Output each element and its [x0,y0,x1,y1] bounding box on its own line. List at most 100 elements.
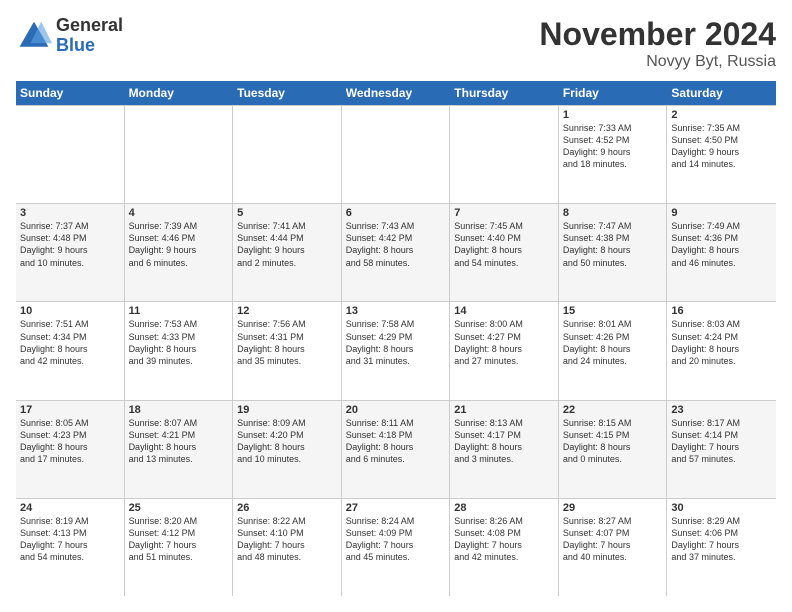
header: General Blue November 2024 Novyy Byt, Ru… [16,16,776,71]
day-info: Sunrise: 8:27 AM Sunset: 4:07 PM Dayligh… [563,515,663,564]
day-number: 6 [346,207,446,219]
day-info: Sunrise: 8:01 AM Sunset: 4:26 PM Dayligh… [563,318,663,367]
calendar-header: SundayMondayTuesdayWednesdayThursdayFrid… [16,81,776,105]
calendar-cell-r1-c6: 9Sunrise: 7:49 AM Sunset: 4:36 PM Daylig… [667,204,776,301]
day-info: Sunrise: 8:19 AM Sunset: 4:13 PM Dayligh… [20,515,120,564]
day-number: 22 [563,404,663,416]
calendar-cell-r4-c3: 27Sunrise: 8:24 AM Sunset: 4:09 PM Dayli… [342,499,451,596]
calendar-row-3: 17Sunrise: 8:05 AM Sunset: 4:23 PM Dayli… [16,400,776,498]
calendar-cell-r1-c2: 5Sunrise: 7:41 AM Sunset: 4:44 PM Daylig… [233,204,342,301]
day-info: Sunrise: 7:56 AM Sunset: 4:31 PM Dayligh… [237,318,337,367]
calendar-cell-r0-c6: 2Sunrise: 7:35 AM Sunset: 4:50 PM Daylig… [667,106,776,203]
calendar: SundayMondayTuesdayWednesdayThursdayFrid… [16,81,776,596]
calendar-cell-r2-c6: 16Sunrise: 8:03 AM Sunset: 4:24 PM Dayli… [667,302,776,399]
day-info: Sunrise: 8:15 AM Sunset: 4:15 PM Dayligh… [563,417,663,466]
day-info: Sunrise: 7:35 AM Sunset: 4:50 PM Dayligh… [671,122,772,171]
day-info: Sunrise: 8:20 AM Sunset: 4:12 PM Dayligh… [129,515,229,564]
day-number: 26 [237,502,337,514]
logo: General Blue [16,16,123,56]
calendar-cell-r0-c5: 1Sunrise: 7:33 AM Sunset: 4:52 PM Daylig… [559,106,668,203]
day-number: 30 [671,502,772,514]
calendar-cell-r1-c1: 4Sunrise: 7:39 AM Sunset: 4:46 PM Daylig… [125,204,234,301]
day-number: 29 [563,502,663,514]
calendar-cell-r3-c6: 23Sunrise: 8:17 AM Sunset: 4:14 PM Dayli… [667,401,776,498]
weekday-header-tuesday: Tuesday [233,81,342,105]
location: Novyy Byt, Russia [539,53,776,71]
day-number: 25 [129,502,229,514]
page: General Blue November 2024 Novyy Byt, Ru… [0,0,792,612]
calendar-row-0: 1Sunrise: 7:33 AM Sunset: 4:52 PM Daylig… [16,105,776,203]
weekday-header-monday: Monday [125,81,234,105]
calendar-cell-r2-c1: 11Sunrise: 7:53 AM Sunset: 4:33 PM Dayli… [125,302,234,399]
day-number: 18 [129,404,229,416]
day-info: Sunrise: 7:58 AM Sunset: 4:29 PM Dayligh… [346,318,446,367]
weekday-header-saturday: Saturday [667,81,776,105]
day-number: 21 [454,404,554,416]
calendar-row-1: 3Sunrise: 7:37 AM Sunset: 4:48 PM Daylig… [16,203,776,301]
calendar-body: 1Sunrise: 7:33 AM Sunset: 4:52 PM Daylig… [16,105,776,596]
day-number: 15 [563,305,663,317]
calendar-cell-r4-c2: 26Sunrise: 8:22 AM Sunset: 4:10 PM Dayli… [233,499,342,596]
calendar-cell-r3-c2: 19Sunrise: 8:09 AM Sunset: 4:20 PM Dayli… [233,401,342,498]
day-info: Sunrise: 8:24 AM Sunset: 4:09 PM Dayligh… [346,515,446,564]
day-info: Sunrise: 8:05 AM Sunset: 4:23 PM Dayligh… [20,417,120,466]
calendar-cell-r4-c6: 30Sunrise: 8:29 AM Sunset: 4:06 PM Dayli… [667,499,776,596]
day-number: 14 [454,305,554,317]
day-info: Sunrise: 7:45 AM Sunset: 4:40 PM Dayligh… [454,220,554,269]
calendar-cell-r1-c5: 8Sunrise: 7:47 AM Sunset: 4:38 PM Daylig… [559,204,668,301]
calendar-cell-r2-c3: 13Sunrise: 7:58 AM Sunset: 4:29 PM Dayli… [342,302,451,399]
day-number: 9 [671,207,772,219]
logo-text: General Blue [56,16,123,56]
month-title: November 2024 [539,16,776,53]
day-info: Sunrise: 7:41 AM Sunset: 4:44 PM Dayligh… [237,220,337,269]
calendar-cell-r1-c0: 3Sunrise: 7:37 AM Sunset: 4:48 PM Daylig… [16,204,125,301]
weekday-header-wednesday: Wednesday [342,81,451,105]
calendar-cell-r3-c1: 18Sunrise: 8:07 AM Sunset: 4:21 PM Dayli… [125,401,234,498]
calendar-cell-r2-c4: 14Sunrise: 8:00 AM Sunset: 4:27 PM Dayli… [450,302,559,399]
calendar-row-2: 10Sunrise: 7:51 AM Sunset: 4:34 PM Dayli… [16,301,776,399]
calendar-cell-r3-c5: 22Sunrise: 8:15 AM Sunset: 4:15 PM Dayli… [559,401,668,498]
logo-blue-text: Blue [56,36,123,56]
day-info: Sunrise: 8:03 AM Sunset: 4:24 PM Dayligh… [671,318,772,367]
day-number: 1 [563,109,663,121]
day-number: 17 [20,404,120,416]
day-info: Sunrise: 8:00 AM Sunset: 4:27 PM Dayligh… [454,318,554,367]
day-info: Sunrise: 7:49 AM Sunset: 4:36 PM Dayligh… [671,220,772,269]
day-number: 4 [129,207,229,219]
weekday-header-thursday: Thursday [450,81,559,105]
day-number: 12 [237,305,337,317]
calendar-cell-r0-c4 [450,106,559,203]
day-info: Sunrise: 7:47 AM Sunset: 4:38 PM Dayligh… [563,220,663,269]
day-info: Sunrise: 8:26 AM Sunset: 4:08 PM Dayligh… [454,515,554,564]
calendar-cell-r0-c1 [125,106,234,203]
day-info: Sunrise: 8:11 AM Sunset: 4:18 PM Dayligh… [346,417,446,466]
day-number: 28 [454,502,554,514]
calendar-cell-r1-c4: 7Sunrise: 7:45 AM Sunset: 4:40 PM Daylig… [450,204,559,301]
calendar-cell-r4-c0: 24Sunrise: 8:19 AM Sunset: 4:13 PM Dayli… [16,499,125,596]
day-number: 24 [20,502,120,514]
day-number: 27 [346,502,446,514]
day-number: 2 [671,109,772,121]
calendar-cell-r0-c0 [16,106,125,203]
calendar-cell-r2-c5: 15Sunrise: 8:01 AM Sunset: 4:26 PM Dayli… [559,302,668,399]
day-number: 20 [346,404,446,416]
calendar-cell-r0-c3 [342,106,451,203]
calendar-cell-r2-c0: 10Sunrise: 7:51 AM Sunset: 4:34 PM Dayli… [16,302,125,399]
day-number: 8 [563,207,663,219]
calendar-cell-r3-c4: 21Sunrise: 8:13 AM Sunset: 4:17 PM Dayli… [450,401,559,498]
calendar-cell-r4-c4: 28Sunrise: 8:26 AM Sunset: 4:08 PM Dayli… [450,499,559,596]
title-block: November 2024 Novyy Byt, Russia [539,16,776,71]
day-number: 16 [671,305,772,317]
day-info: Sunrise: 7:43 AM Sunset: 4:42 PM Dayligh… [346,220,446,269]
calendar-cell-r3-c3: 20Sunrise: 8:11 AM Sunset: 4:18 PM Dayli… [342,401,451,498]
day-number: 10 [20,305,120,317]
calendar-cell-r2-c2: 12Sunrise: 7:56 AM Sunset: 4:31 PM Dayli… [233,302,342,399]
day-number: 13 [346,305,446,317]
day-info: Sunrise: 7:39 AM Sunset: 4:46 PM Dayligh… [129,220,229,269]
day-info: Sunrise: 7:37 AM Sunset: 4:48 PM Dayligh… [20,220,120,269]
day-info: Sunrise: 8:09 AM Sunset: 4:20 PM Dayligh… [237,417,337,466]
calendar-cell-r4-c1: 25Sunrise: 8:20 AM Sunset: 4:12 PM Dayli… [125,499,234,596]
logo-icon [16,18,52,54]
day-info: Sunrise: 7:51 AM Sunset: 4:34 PM Dayligh… [20,318,120,367]
day-info: Sunrise: 7:33 AM Sunset: 4:52 PM Dayligh… [563,122,663,171]
